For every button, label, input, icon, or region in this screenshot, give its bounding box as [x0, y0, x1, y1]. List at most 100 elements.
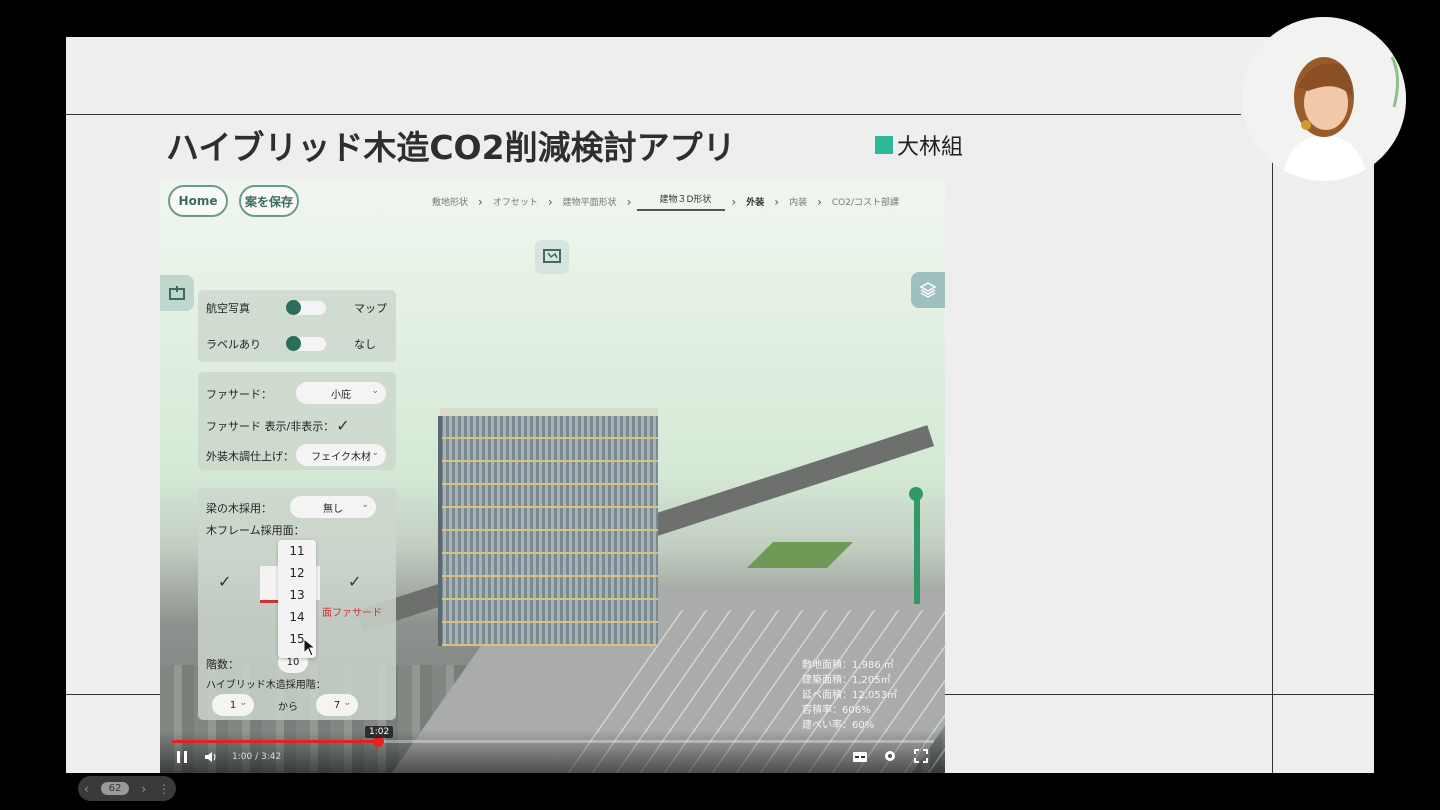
hybrid-floors-label: ハイブリッド木造採用階： — [206, 680, 326, 691]
aerial-toggle-row: 航空写真 マップ — [206, 300, 387, 316]
facade-select[interactable]: 小庇 ⌄ — [296, 382, 386, 404]
hybrid-from-select[interactable]: 1 ⌄ — [212, 694, 254, 716]
chevron-right-icon: › — [626, 194, 632, 209]
step-3d[interactable]: 建物３D形状 › — [637, 192, 742, 211]
save-plan-button[interactable]: 案を保存 — [239, 185, 299, 217]
more-options-icon[interactable]: ⋮ — [158, 782, 170, 796]
map-icon — [543, 249, 561, 263]
dropdown-option[interactable]: 12 — [278, 562, 316, 584]
label-toggle[interactable] — [286, 336, 326, 351]
step-site[interactable]: 敷地形状 › — [428, 192, 489, 211]
next-page-icon[interactable]: › — [141, 782, 146, 796]
brand-label: 大林組 — [875, 129, 963, 161]
settings-button[interactable] — [883, 749, 897, 767]
map-toggle-button[interactable] — [535, 240, 569, 274]
presenter-avatar — [1242, 17, 1406, 181]
dropdown-option[interactable]: 13 — [278, 584, 316, 606]
slide-title: ハイブリッド木造CO2削減検討アプリ — [166, 128, 736, 167]
location-pin-stem — [914, 494, 920, 604]
chevron-right-icon: › — [547, 194, 553, 209]
frame-right-checkbox[interactable]: ✓ — [348, 572, 361, 591]
label-on-label: ラベルあり — [206, 338, 261, 351]
chevron-down-icon: ⌄ — [371, 386, 379, 396]
pause-icon — [177, 751, 187, 763]
facade-label: ファサード： — [206, 388, 272, 401]
label-toggle-row: ラベルあり なし — [206, 336, 376, 352]
brand-square-icon — [875, 136, 893, 154]
beam-select[interactable]: 無し ⌄ — [290, 496, 376, 518]
fullscreen-icon — [914, 749, 928, 763]
hybrid-to-select[interactable]: 7 ⌄ — [316, 694, 358, 716]
dropdown-option[interactable]: 14 — [278, 606, 316, 628]
stat-building-area: 建築面積：1,205㎡ — [802, 675, 891, 686]
building-edge — [438, 416, 442, 646]
facade-visibility-row: ファサード 表示/非表示： ✓ — [206, 416, 350, 435]
step-offset[interactable]: オフセット › — [489, 192, 559, 211]
time-display: 1:00 / 3:42 — [232, 752, 282, 762]
label-off-label: なし — [354, 338, 376, 351]
brand-name: 大林組 — [897, 135, 964, 160]
exterior-select[interactable]: フェイク木材 ⌄ — [296, 444, 386, 466]
frame-left-checkbox[interactable]: ✓ — [218, 572, 231, 591]
chevron-down-icon: ⌄ — [371, 448, 379, 458]
slide-divider-top — [66, 114, 1241, 115]
progress-bar[interactable] — [172, 740, 934, 743]
step-exterior[interactable]: 外装 › — [742, 192, 785, 211]
video-player[interactable]: Home 案を保存 敷地形状 › オフセット › 建物平面形状 › 建物３D形状 › 外… — [160, 180, 945, 773]
home-button[interactable]: Home — [168, 185, 228, 217]
gear-icon — [885, 751, 895, 761]
subtitles-button[interactable] — [852, 751, 868, 767]
results-tab-button[interactable] — [911, 272, 945, 308]
scene-park — [747, 542, 853, 568]
chevron-right-icon: › — [731, 194, 737, 209]
chevron-down-icon: ⌄ — [361, 500, 369, 510]
chevron-right-icon: › — [817, 194, 822, 209]
aerial-toggle[interactable] — [286, 300, 326, 315]
location-pin-icon[interactable] — [909, 487, 923, 501]
volume-icon — [205, 752, 216, 762]
chevron-right-icon: › — [774, 194, 780, 209]
chevron-down-icon: ⌄ — [343, 698, 351, 708]
step-breadcrumb: 敷地形状 › オフセット › 建物平面形状 › 建物３D形状 › 外装 › 内装 › CO2… — [428, 192, 903, 211]
page-number[interactable]: 62 — [100, 782, 130, 795]
progress-fill — [172, 740, 378, 743]
volume-button[interactable] — [204, 750, 218, 768]
prev-page-icon[interactable]: ‹ — [84, 782, 89, 796]
slide-pager: ‹ 62 › ⋮ — [78, 776, 176, 801]
chevron-right-icon: › — [478, 194, 483, 209]
building-stats: 敷地面積：1,986 ㎡ 建築面積：1,205㎡ 延べ面積：12,053㎡ 容積… — [802, 658, 897, 733]
step-co2-cost[interactable]: CO2/コスト部課 — [828, 192, 903, 211]
step-plan[interactable]: 建物平面形状 › — [559, 192, 638, 211]
beam-label: 梁の木採用： — [206, 502, 272, 515]
exterior-label: 外装木調仕上げ： — [206, 450, 294, 463]
building-facade — [440, 416, 658, 646]
aerial-label: 航空写真 — [206, 302, 250, 315]
facade-visibility-label: ファサード 表示/非表示： — [206, 419, 335, 433]
dropdown-option[interactable]: 11 — [278, 540, 316, 562]
stat-site-area: 敷地面積：1,986 ㎡ — [802, 660, 894, 671]
map-label: マップ — [354, 302, 387, 315]
facade-panel: ファサード： 小庇 ⌄ ファサード 表示/非表示： ✓ 外装木調仕上げ： フェイク… — [198, 372, 396, 470]
layers-icon — [919, 282, 937, 298]
floors-label: 階数： — [206, 658, 239, 671]
kara-label: から — [278, 702, 298, 713]
webcam-overlay — [1242, 17, 1406, 181]
input-tab-button[interactable] — [160, 275, 194, 311]
building-3d-model[interactable] — [438, 408, 658, 646]
facade-visibility-checkbox[interactable]: ✓ — [336, 416, 349, 435]
frame-label: 木フレーム採用面： — [206, 524, 305, 537]
fullscreen-button[interactable] — [914, 749, 928, 767]
facade-tag: 面ファサード — [322, 608, 382, 619]
mouse-cursor-icon — [303, 638, 317, 657]
layer-panel: 航空写真 マップ ラベルあり なし — [198, 290, 396, 362]
building-roof — [440, 408, 658, 416]
subtitles-icon — [853, 752, 867, 762]
hover-time-tooltip: 1:02 — [365, 726, 394, 738]
stat-far: 容積率：606% — [802, 705, 871, 716]
step-interior[interactable]: 内装 › — [785, 192, 828, 211]
slide-divider-vertical — [1272, 114, 1273, 773]
input-icon — [169, 286, 185, 300]
pause-button[interactable] — [176, 750, 188, 768]
chevron-down-icon: ⌄ — [239, 698, 247, 708]
stat-floor-area: 延べ面積：12,053㎡ — [802, 690, 897, 701]
